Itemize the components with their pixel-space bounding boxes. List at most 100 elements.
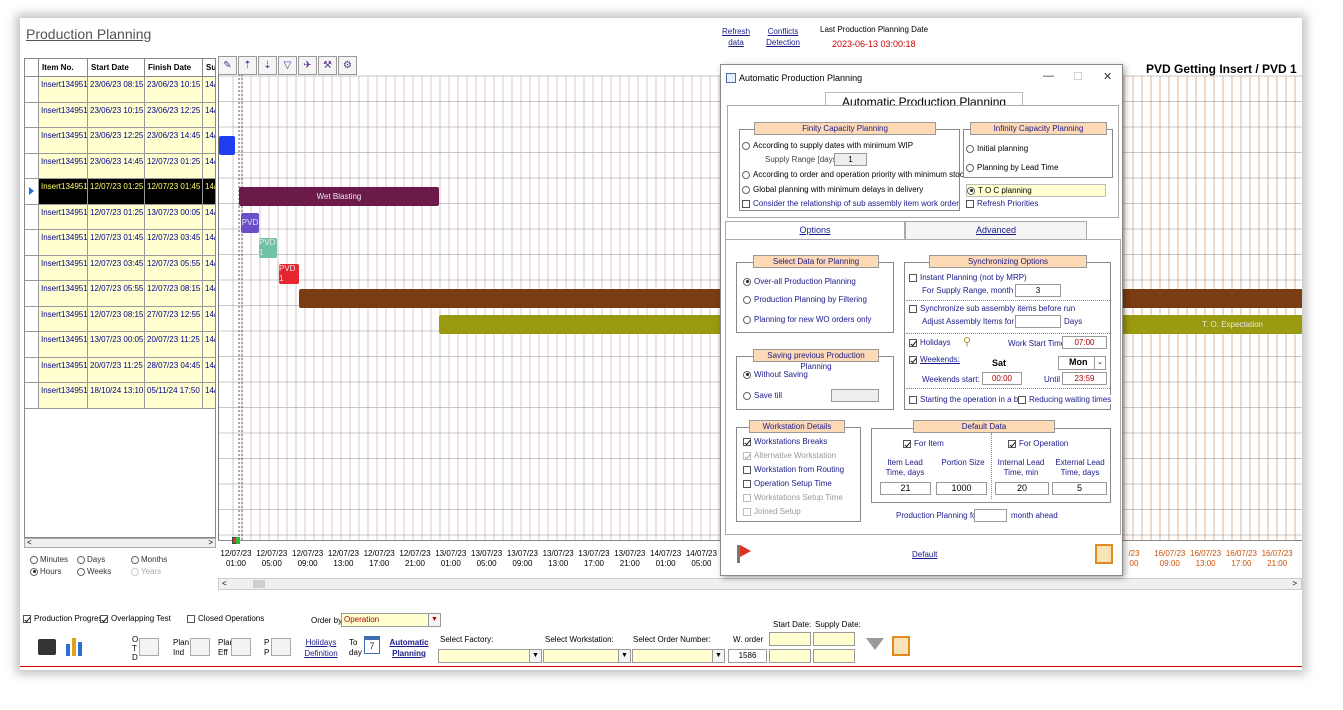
row-indicator[interactable]: [25, 153, 39, 178]
gantt-bar-pvd1-a[interactable]: PVD 1: [241, 213, 259, 233]
bar-chart-icon[interactable]: [66, 638, 82, 656]
instant-planning-checkbox[interactable]: Instant Planning (not by MRP): [909, 273, 1027, 282]
filter-icon[interactable]: ▽: [278, 56, 297, 75]
start-date-field-1[interactable]: [769, 632, 811, 646]
flag-run-icon[interactable]: [740, 545, 751, 557]
row-indicator[interactable]: [25, 179, 39, 204]
scroll-right-icon[interactable]: >: [208, 538, 213, 547]
close-icon[interactable]: ✕: [1103, 70, 1112, 83]
row-indicator[interactable]: [25, 128, 39, 153]
grid-header-start[interactable]: Start Date: [88, 59, 145, 77]
reducing-waiting-checkbox[interactable]: Reducing waiting times: [1018, 395, 1112, 404]
table-row[interactable]: Insert134951 13/07/23 00:05 20/07/23 11:25…: [25, 332, 215, 358]
table-row[interactable]: Insert134951 23/06/23 14:45 12/07/23 01:25…: [25, 153, 215, 179]
sync-sub-checkbox[interactable]: Synchronize sub assembly items before ru…: [909, 304, 1075, 313]
hammer-icon[interactable]: ⚒: [318, 56, 337, 75]
gantt-scroll-thumb[interactable]: [253, 580, 265, 588]
finity-opt1-radio[interactable]: According to supply dates with minimum W…: [742, 141, 913, 150]
pp-icon[interactable]: [271, 638, 291, 656]
work-start-field[interactable]: 07:00: [1062, 336, 1107, 349]
filtering-planning-radio[interactable]: Production Planning by Filtering: [743, 295, 867, 304]
without-saving-radio[interactable]: Without Saving: [743, 370, 808, 379]
row-indicator[interactable]: [25, 332, 39, 357]
row-indicator[interactable]: [25, 77, 39, 102]
op-setup-checkbox[interactable]: Operation Setup Time: [743, 479, 832, 488]
table-row[interactable]: Insert134951 12/07/23 08:15 27/07/23 12:55…: [25, 306, 215, 332]
adjust-days-field[interactable]: [1015, 315, 1061, 328]
until-field[interactable]: 23:59: [1062, 372, 1107, 385]
save-till-radio[interactable]: Save till: [743, 391, 782, 400]
select-factory-dropdown[interactable]: ▼: [438, 649, 542, 663]
scale-minutes-radio[interactable]: Minutes: [30, 555, 68, 564]
search-icon[interactable]: ⚲: [963, 335, 971, 348]
holidays-definition-link[interactable]: Holidays Definition: [304, 637, 338, 659]
save-till-field[interactable]: [831, 389, 879, 402]
for-operation-checkbox[interactable]: For Operation: [1008, 439, 1068, 448]
row-indicator[interactable]: [25, 204, 39, 229]
item-lead-field[interactable]: 21: [880, 482, 931, 495]
scale-weeks-radio[interactable]: Weeks: [77, 567, 111, 576]
refresh-data-link[interactable]: Refresh data: [722, 26, 750, 48]
gantt-bar-blue[interactable]: [219, 136, 235, 155]
holidays-checkbox[interactable]: Holidays: [909, 338, 951, 347]
finity-opt2-radio[interactable]: According to order and operation priorit…: [742, 170, 968, 179]
scale-years-radio[interactable]: Years: [131, 567, 161, 576]
table-row[interactable]: Insert134951 20/07/23 11:25 28/07/23 04:45…: [25, 357, 215, 383]
production-progress-checkbox[interactable]: Production Progress: [23, 614, 106, 623]
exit-door-icon[interactable]: [892, 636, 910, 656]
tab-options[interactable]: Options: [725, 221, 905, 239]
weekends-checkbox[interactable]: Weekends:: [909, 355, 960, 364]
exit-door-icon[interactable]: [1095, 544, 1113, 564]
grid-header-su[interactable]: Su: [203, 59, 215, 77]
supply-date-field-2[interactable]: [813, 649, 855, 663]
minimize-icon[interactable]: —: [1043, 70, 1054, 82]
starting-op-checkbox[interactable]: Starting the operation in a bre: [909, 395, 1025, 404]
internal-lead-field[interactable]: 20: [995, 482, 1049, 495]
sort-ascending-icon[interactable]: ⇡: [238, 56, 257, 75]
maximize-icon[interactable]: ☐: [1073, 70, 1083, 83]
gantt-bar-pvd1-b[interactable]: PVD 1: [259, 238, 277, 258]
refresh-priorities-checkbox[interactable]: Refresh Priorities: [966, 199, 1038, 208]
print-icon[interactable]: [38, 639, 56, 655]
table-row[interactable]: Insert134951 12/07/23 01:25 13/07/23 00:05…: [25, 204, 215, 230]
scroll-left-icon[interactable]: <: [27, 538, 32, 547]
table-row[interactable]: Insert134951 23/06/23 10:15 23/06/23 12:25…: [25, 102, 215, 128]
table-row[interactable]: Insert134951 12/07/23 01:45 12/07/23 03:45…: [25, 230, 215, 256]
otd-report-icon[interactable]: [139, 638, 159, 656]
calendar-today-icon[interactable]: 7: [364, 636, 380, 654]
gears-icon[interactable]: ⚙: [338, 56, 357, 75]
new-wo-planning-radio[interactable]: Planning for new WO orders only: [743, 315, 871, 324]
ws-breaks-checkbox[interactable]: Workstations Breaks: [743, 437, 827, 446]
conflicts-detection-link[interactable]: Conflicts Detection: [765, 26, 801, 48]
overall-planning-radio[interactable]: Over-all Production Planning: [743, 277, 856, 286]
grid-horizontal-scrollbar[interactable]: < >: [24, 538, 216, 548]
scale-hours-radio[interactable]: Hours: [30, 567, 61, 576]
supply-date-field-1[interactable]: [813, 632, 855, 646]
gantt-scroll-right-icon[interactable]: >: [1292, 579, 1297, 588]
row-indicator[interactable]: [25, 357, 39, 382]
row-indicator[interactable]: [25, 306, 39, 331]
grid-header-item[interactable]: Item No.: [39, 59, 88, 77]
pencil-icon[interactable]: ✎: [218, 56, 237, 75]
select-order-dropdown[interactable]: ▼: [632, 649, 725, 663]
portion-size-field[interactable]: 1000: [936, 482, 987, 495]
overlapping-test-checkbox[interactable]: Overlapping Test: [100, 614, 171, 623]
table-row[interactable]: Insert134951 12/07/23 05:55 12/07/23 08:15…: [25, 281, 215, 307]
scale-months-radio[interactable]: Months: [131, 555, 167, 564]
tab-advanced[interactable]: Advanced: [905, 221, 1087, 239]
plan-eff-icon[interactable]: [231, 638, 251, 656]
gantt-scroll-left-icon[interactable]: <: [222, 579, 227, 588]
plan-ind-icon[interactable]: [190, 638, 210, 656]
grid-header-finish[interactable]: Finish Date: [145, 59, 203, 77]
finity-opt4-checkbox[interactable]: Consider the relationship of sub assembl…: [742, 199, 959, 208]
w-order-field[interactable]: 1586: [728, 649, 767, 663]
gantt-bar-pvd1-c[interactable]: PVD 1: [279, 264, 299, 284]
gantt-bar-wet-blasting[interactable]: Wet Blasting: [239, 187, 439, 206]
start-date-field-2[interactable]: [769, 649, 811, 663]
supply-range-field[interactable]: 1: [834, 153, 867, 166]
planning-for-field[interactable]: [974, 509, 1007, 522]
scale-days-radio[interactable]: Days: [77, 555, 105, 564]
weekends-start-field[interactable]: 00:00: [982, 372, 1022, 385]
table-row[interactable]: Insert134951 12/07/23 03:45 12/07/23 05:55…: [25, 255, 215, 281]
external-lead-field[interactable]: 5: [1052, 482, 1107, 495]
